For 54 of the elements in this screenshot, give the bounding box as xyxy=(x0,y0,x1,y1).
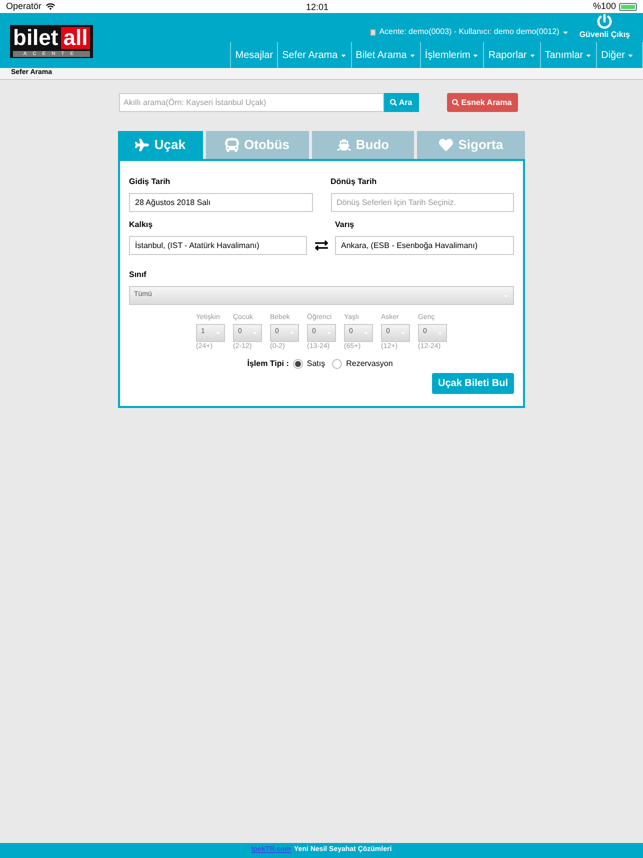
caret-icon xyxy=(585,52,592,58)
caret-icon xyxy=(562,28,570,36)
transaction-type-label: İşlem Tipi : xyxy=(247,358,289,370)
plane-icon xyxy=(135,138,150,152)
battery-icon xyxy=(619,2,637,10)
caret-icon xyxy=(408,52,416,58)
caret-icon xyxy=(528,52,536,58)
radio-label: Satış xyxy=(306,358,326,370)
return-date-field[interactable]: Dönüş Seferleri İçin Tarih Seçiniz. xyxy=(330,193,514,212)
tab[interactable]: Uçak xyxy=(118,131,203,159)
field-label: Dönüş Tarih xyxy=(330,176,378,188)
field-label: Varış xyxy=(335,219,356,231)
caret-icon xyxy=(437,330,443,336)
tab[interactable]: Budo xyxy=(312,131,414,159)
flexible-search-button[interactable]: Esnek Arama xyxy=(446,93,518,112)
field-label: Gidiş Tarih xyxy=(129,176,172,188)
clock-time: 12:01 xyxy=(306,1,329,14)
carrier-name: Operatör xyxy=(6,0,42,13)
caret-icon xyxy=(252,330,258,336)
caret-icon xyxy=(400,330,406,336)
tab[interactable]: Sigorta xyxy=(417,131,525,159)
caret-icon xyxy=(627,52,634,58)
logout-button[interactable]: Güvenli Çıkış xyxy=(579,14,630,41)
departure-date-field[interactable]: 28 Ağustos 2018 Salı xyxy=(129,193,312,212)
tab[interactable]: Otobüs xyxy=(206,131,309,159)
field-label: Sınıf xyxy=(129,269,148,281)
caret-icon xyxy=(340,52,347,58)
user-menu[interactable]: Acente: demo(0003) - Kullanıcı: demo demo(0012) xyxy=(370,26,570,38)
search-icon xyxy=(452,99,460,106)
bus-icon xyxy=(225,138,240,152)
caret-icon xyxy=(363,330,369,336)
arrival-field[interactable]: Ankara, (ESB - Esenboğa Havalimanı) xyxy=(335,236,514,255)
field-label: Kalkış xyxy=(129,219,154,231)
wifi-icon xyxy=(46,2,55,11)
caret-icon xyxy=(215,330,221,336)
swap-icon xyxy=(314,239,328,252)
ship-icon xyxy=(336,138,351,152)
search-button[interactable]: Ara xyxy=(384,93,418,112)
caret-icon xyxy=(472,52,480,58)
search-icon xyxy=(390,99,397,106)
smart-search-field[interactable]: Akıllı arama(Örn: Kayseri İstanbul Uçak) xyxy=(118,93,384,112)
battery-percent: %100 xyxy=(592,0,616,13)
user-icon xyxy=(370,28,376,36)
caret-icon xyxy=(503,292,509,298)
caret-icon xyxy=(326,330,332,336)
radio-label: Rezervasyon xyxy=(346,358,393,370)
radio-button[interactable] xyxy=(292,359,303,369)
departure-field[interactable]: İstanbul, (IST - Atatürk Havalimanı) xyxy=(129,236,307,255)
find-ticket-button[interactable]: Uçak Bileti Bul xyxy=(432,373,514,394)
logo-text: bilet xyxy=(12,27,60,49)
radio-button[interactable] xyxy=(332,359,342,369)
heart-icon xyxy=(439,138,454,152)
caret-icon xyxy=(289,330,295,336)
logo-text-accent: all xyxy=(61,27,90,49)
